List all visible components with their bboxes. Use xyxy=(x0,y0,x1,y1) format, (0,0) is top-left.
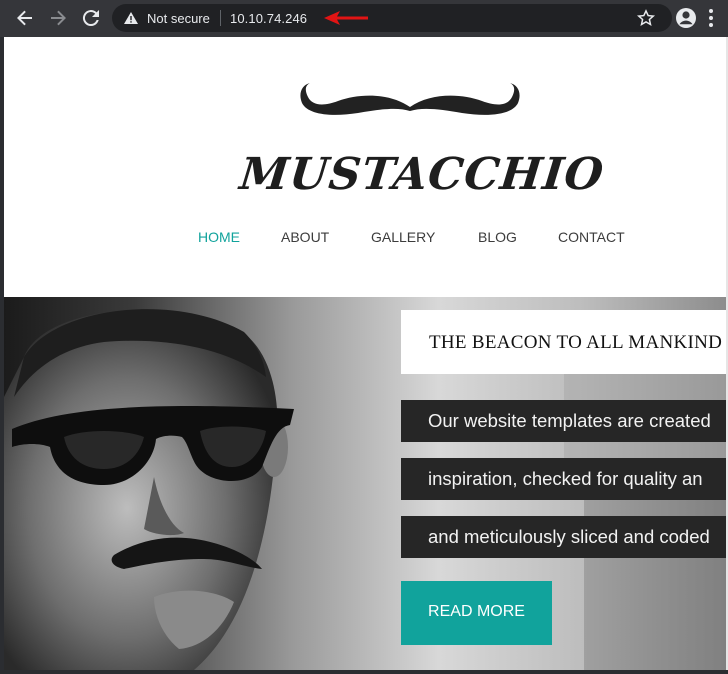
hero-line-box: Our website templates are created xyxy=(401,400,728,442)
main-nav: HOME ABOUT GALLERY BLOG CONTACT xyxy=(4,229,728,249)
omnibox-separator xyxy=(220,10,221,26)
hero-line-box: inspiration, checked for quality an xyxy=(401,458,728,500)
kebab-menu-icon[interactable] xyxy=(708,8,714,28)
forward-button[interactable] xyxy=(46,6,70,30)
hero-line-3: and meticulously sliced and coded xyxy=(428,526,710,547)
nav-contact[interactable]: CONTACT xyxy=(558,229,625,245)
back-arrow-icon xyxy=(17,10,32,26)
security-status[interactable]: Not secure xyxy=(147,11,210,26)
hero-headline-box: THE BEACON TO ALL MANKIND xyxy=(401,310,728,374)
nav-blog[interactable]: BLOG xyxy=(478,229,517,245)
web-page: MUSTACCHIO HOME ABOUT GALLERY BLOG CONTA… xyxy=(4,37,728,670)
nav-about[interactable]: ABOUT xyxy=(281,229,329,245)
site-logo[interactable]: MUSTACCHIO xyxy=(237,77,607,227)
hero-line-1: Our website templates are created xyxy=(428,410,711,431)
reload-button[interactable] xyxy=(79,6,103,30)
red-arrow-icon xyxy=(324,11,368,25)
hero-line-box: and meticulously sliced and coded xyxy=(401,516,728,558)
back-button[interactable] xyxy=(13,6,37,30)
warning-icon xyxy=(124,12,138,24)
site-brand: MUSTACCHIO xyxy=(237,149,607,200)
nav-gallery[interactable]: GALLERY xyxy=(371,229,435,245)
hero-line-2: inspiration, checked for quality an xyxy=(428,468,703,489)
address-bar[interactable]: Not secure 10.10.74.246 xyxy=(112,4,672,32)
read-more-button[interactable]: READ MORE xyxy=(401,581,552,645)
read-more-label: READ MORE xyxy=(428,603,525,620)
mustache-icon xyxy=(300,83,520,115)
browser-toolbar: Not secure 10.10.74.246 xyxy=(0,0,728,37)
nav-home[interactable]: HOME xyxy=(198,229,240,245)
forward-arrow-icon xyxy=(51,10,66,26)
profile-icon[interactable] xyxy=(674,6,698,30)
url-text[interactable]: 10.10.74.246 xyxy=(230,11,307,26)
hero-headline: THE BEACON TO ALL MANKIND xyxy=(429,332,723,353)
star-icon[interactable] xyxy=(636,8,656,28)
reload-icon xyxy=(82,10,99,27)
hero-banner: THE BEACON TO ALL MANKIND Our website te… xyxy=(4,297,728,670)
